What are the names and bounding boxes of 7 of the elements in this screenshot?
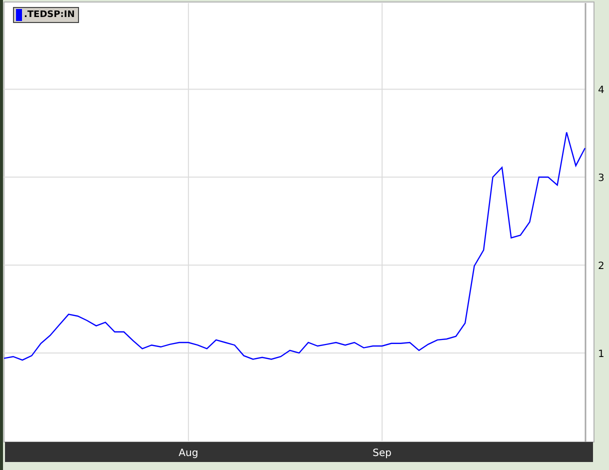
y-axis-label: 2 <box>598 261 604 272</box>
x-axis-label: Sep <box>372 448 392 459</box>
y-axis-label: 1 <box>598 349 604 360</box>
x-axis-label: Aug <box>178 448 198 459</box>
y-axis-label: 3 <box>598 173 604 184</box>
y-axis-label: 4 <box>598 85 604 96</box>
legend-label: .TEDSP:IN <box>24 10 75 20</box>
